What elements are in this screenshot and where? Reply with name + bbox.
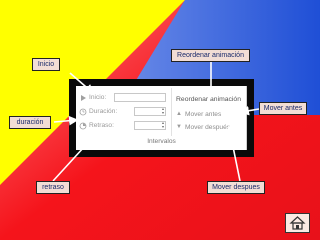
- triangle-up-icon: ▲: [176, 111, 182, 117]
- duracion-spinner[interactable]: ▴ ▾: [160, 107, 166, 116]
- duracion-row: Duración:: [79, 106, 117, 117]
- group-separator: [171, 88, 172, 136]
- inicio-label: Inicio:: [89, 94, 107, 101]
- callout-reordenar: Reordenar animación: [171, 49, 250, 62]
- home-icon: [289, 216, 306, 230]
- inicio-select[interactable]: [114, 93, 166, 102]
- inicio-row: Inicio:: [79, 92, 106, 103]
- timing-panel: Inicio: Duración: ▴ ▾ Retraso: ▴ ▾ Reorden…: [76, 86, 247, 150]
- mover-antes-label: Mover antes: [184, 110, 222, 118]
- mover-despues-button[interactable]: ▼ Mover después: [176, 122, 230, 132]
- duracion-label: Duración:: [89, 108, 118, 115]
- mover-antes-button[interactable]: ▲ Mover antes: [176, 109, 221, 119]
- retraso-spinner[interactable]: ▴ ▾: [160, 121, 166, 130]
- retraso-label: Retraso:: [89, 122, 114, 129]
- callout-mover-antes: Mover antes: [259, 102, 307, 115]
- reordenar-title: Reordenar animación: [176, 96, 241, 103]
- delay-icon: [79, 122, 87, 130]
- home-button[interactable]: [285, 213, 310, 233]
- mover-despues-label: Mover después: [184, 123, 231, 131]
- triangle-down-icon: ▼: [176, 124, 182, 130]
- callout-mover-despues: Mover despues: [207, 181, 265, 194]
- callout-inicio: Inicio: [32, 58, 60, 71]
- retraso-row: Retraso:: [79, 120, 114, 131]
- play-icon: [79, 94, 87, 102]
- callout-retraso: retraso: [36, 181, 70, 194]
- clock-icon: [79, 108, 87, 116]
- intervalos-group-label: Intervalos: [147, 138, 176, 145]
- callout-duracion: duración: [9, 116, 51, 129]
